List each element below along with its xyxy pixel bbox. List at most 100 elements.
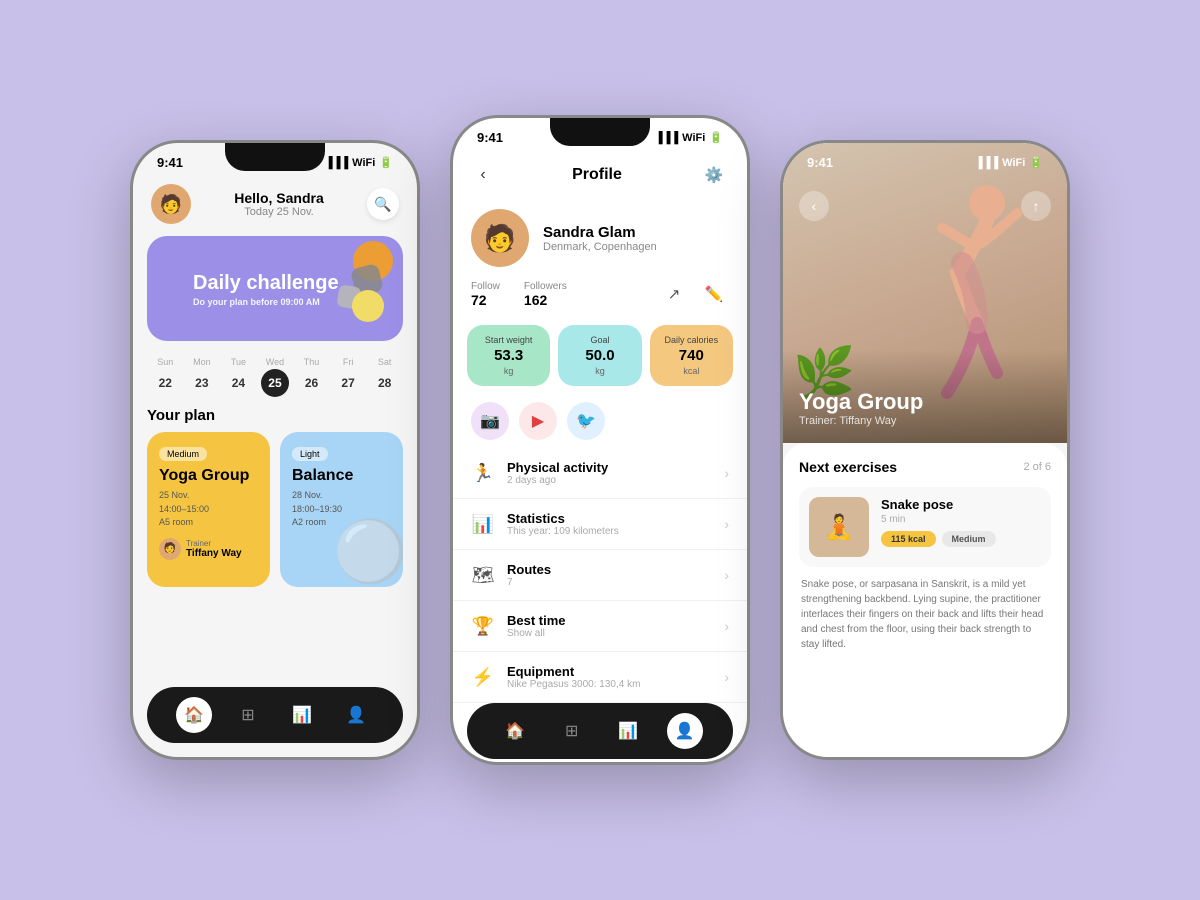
plan-card-balance[interactable]: Light Balance 28 Nov.18:00–19:30A2 room … <box>280 432 403 587</box>
arrow-icon-5: › <box>724 669 729 685</box>
search-button[interactable]: 🔍 <box>367 188 399 220</box>
nav-grid[interactable]: ⊞ <box>230 697 266 733</box>
day-mon[interactable]: Mon 23 <box>185 357 219 397</box>
follow-count: 72 <box>471 292 500 308</box>
instagram-button[interactable]: 📷 <box>471 402 509 440</box>
signal-icon-3: ▐▐▐ <box>975 157 998 169</box>
stat-weight: Start weight 53.3 kg <box>467 325 550 386</box>
phone-3: 9:41 ▐▐▐ WiFi 🔋 🌿 <box>780 140 1070 760</box>
status-time-2: 9:41 <box>477 130 503 145</box>
phone-2: 9:41 ▐▐▐ WiFi 🔋 ‹ Profile ⚙️ 🧑 Sandra Gl… <box>450 115 750 765</box>
menu-statistics[interactable]: 📊 Statistics This year: 109 kilometers › <box>453 499 747 550</box>
profile-title: Profile <box>495 166 699 184</box>
kcal-tag: 115 kcal <box>881 531 936 547</box>
phone1-header: 🧑 Hello, Sandra Today 25 Nov. 🔍 <box>133 174 417 232</box>
followers-label: Followers <box>524 281 567 292</box>
avatar: 🧑 <box>151 184 191 224</box>
exercise-duration: 5 min <box>881 514 1041 525</box>
profile-header: ‹ Profile ⚙️ <box>453 149 747 201</box>
status-icons-2: ▐▐▐ WiFi 🔋 <box>655 131 723 144</box>
menu-content-physical: Physical activity 2 days ago <box>507 460 712 486</box>
trainer-avatar: 🧑 <box>159 538 181 560</box>
status-time-1: 9:41 <box>157 155 183 170</box>
battery-icon-2: 🔋 <box>709 131 723 144</box>
exercises-header: Next exercises 2 of 6 <box>799 459 1051 475</box>
statistics-icon: 📊 <box>471 514 495 535</box>
stats-pills: Start weight 53.3 kg Goal 50.0 kg Daily … <box>453 317 747 394</box>
follow-item: Follow 72 <box>471 281 500 308</box>
day-fri[interactable]: Fri 27 <box>331 357 365 397</box>
status-bar-3: 9:41 ▐▐▐ WiFi 🔋 <box>783 143 1067 174</box>
header-text: Hello, Sandra Today 25 Nov. <box>234 190 323 218</box>
back-button[interactable]: ‹ <box>471 157 495 193</box>
menu-best-time[interactable]: 🏆 Best time Show all › <box>453 601 747 652</box>
nav2-chart[interactable]: 📊 <box>610 713 646 749</box>
status-icons-1: ▐▐▐ WiFi 🔋 <box>325 156 393 169</box>
profile-name: Sandra Glam <box>543 224 657 241</box>
follow-actions: ↗ ✏️ <box>659 279 729 309</box>
yoga-hero-image: 🌿 ‹ ↑ Yoga Group Trainer: Ti <box>783 143 1067 443</box>
best-time-icon: 🏆 <box>471 616 495 637</box>
exercise-description: Snake pose, or sarpasana in Sanskrit, is… <box>799 577 1051 652</box>
day-tue[interactable]: Tue 24 <box>221 357 255 397</box>
exercise-card[interactable]: 🧘 Snake pose 5 min 115 kcal Medium <box>799 487 1051 567</box>
status-icons-3: ▐▐▐ WiFi 🔋 <box>975 156 1043 169</box>
followers-item: Followers 162 <box>524 281 567 308</box>
day-wed[interactable]: Wed 25 <box>258 357 292 397</box>
exercise-thumbnail: 🧘 <box>809 497 869 557</box>
share-icon[interactable]: ↗ <box>659 279 689 309</box>
next-exercises-title: Next exercises <box>799 459 897 475</box>
status-time-3: 9:41 <box>807 155 833 170</box>
exercise-tags: 115 kcal Medium <box>881 531 1041 547</box>
back-button-3[interactable]: ‹ <box>799 191 829 221</box>
follow-row: Follow 72 Followers 162 ↗ ✏️ <box>453 279 747 317</box>
exercise-name: Snake pose <box>881 497 1041 512</box>
nav-profile[interactable]: 👤 <box>338 697 374 733</box>
challenge-card: Daily challenge Do your plan before 09:0… <box>147 236 403 341</box>
trainer-info: Trainer Tiffany Way <box>186 539 242 559</box>
follow-label: Follow <box>471 281 500 292</box>
nav2-home[interactable]: 🏠 <box>497 713 533 749</box>
exercise-count: 2 of 6 <box>1023 461 1051 473</box>
profile-avatar: 🧑 <box>471 209 529 267</box>
day-sat[interactable]: Sat 28 <box>368 357 402 397</box>
profile-details: Sandra Glam Denmark, Copenhagen <box>543 224 657 253</box>
stat-calories: Daily calories 740 kcal <box>650 325 733 386</box>
arrow-icon: › <box>724 465 729 481</box>
menu-routes[interactable]: 🗺 Routes 7 › <box>453 550 747 601</box>
challenge-title: Daily challenge Do your plan before 09:0… <box>177 256 373 341</box>
share-button-3[interactable]: ↑ <box>1021 191 1051 221</box>
battery-icon-3: 🔋 <box>1029 156 1043 169</box>
date: Today 25 Nov. <box>234 206 323 218</box>
plan-title: Your plan <box>133 403 417 432</box>
plan-title-yoga: Yoga Group <box>159 467 258 485</box>
nav2-profile[interactable]: 👤 <box>667 713 703 749</box>
youtube-button[interactable]: ▶ <box>519 402 557 440</box>
menu-content-routes: Routes 7 <box>507 562 712 588</box>
menu-equipment[interactable]: ⚡ Equipment Nike Pegasus 3000: 130,4 km … <box>453 652 747 703</box>
nav-home[interactable]: 🏠 <box>176 697 212 733</box>
twitter-button[interactable]: 🐦 <box>567 402 605 440</box>
edit-icon[interactable]: ✏️ <box>699 279 729 309</box>
nav-chart[interactable]: 📊 <box>284 697 320 733</box>
balance-deco: ⚪ <box>333 516 403 587</box>
level-tag: Medium <box>942 531 996 547</box>
day-sun[interactable]: Sun 22 <box>148 357 182 397</box>
greeting: Hello, Sandra <box>234 190 323 206</box>
menu-physical-activity[interactable]: 🏃 Physical activity 2 days ago › <box>453 448 747 499</box>
signal-icon: ▐▐▐ <box>325 157 348 169</box>
day-thu[interactable]: Thu 26 <box>295 357 329 397</box>
settings-button[interactable]: ⚙️ <box>699 160 729 190</box>
notch-2 <box>550 118 650 146</box>
image-overlay: Yoga Group Trainer: Tiffany Way <box>783 349 1067 443</box>
trainer-row: 🧑 Trainer Tiffany Way <box>159 538 258 560</box>
nav2-grid[interactable]: ⊞ <box>554 713 590 749</box>
exercise-panel: Next exercises 2 of 6 🧘 Snake pose 5 min… <box>783 443 1067 757</box>
signal-icon-2: ▐▐▐ <box>655 132 678 144</box>
menu-content-best-time: Best time Show all <box>507 613 712 639</box>
arrow-icon-3: › <box>724 567 729 583</box>
arrow-icon-4: › <box>724 618 729 634</box>
week-strip: Sun 22 Mon 23 Tue 24 Wed 25 Thu 26 Fri 2… <box>133 351 417 403</box>
stat-goal: Goal 50.0 kg <box>558 325 641 386</box>
plan-card-yoga[interactable]: Medium Yoga Group 25 Nov.14:00–15:00A5 r… <box>147 432 270 587</box>
